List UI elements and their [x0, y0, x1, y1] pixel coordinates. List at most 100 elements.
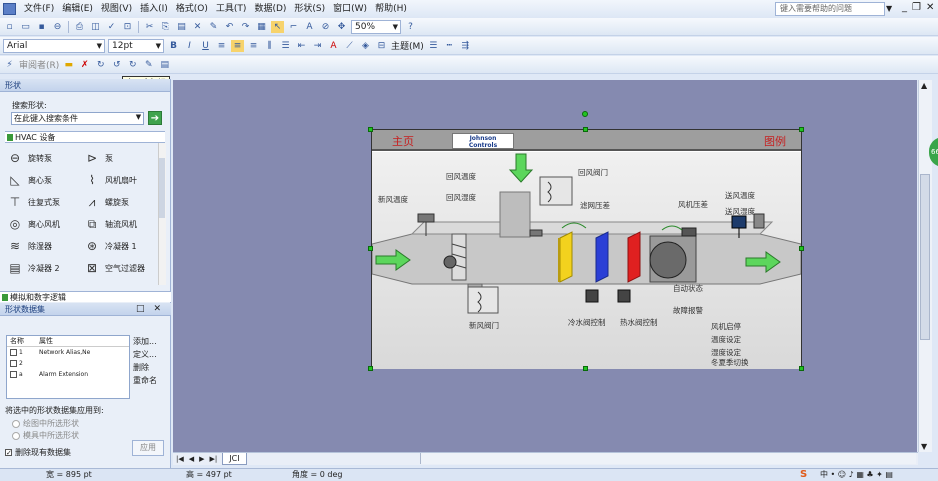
- drawing-tools-icon[interactable]: ⊘: [319, 21, 332, 33]
- shape-condenser-2[interactable]: ▤ 冷凝器 2: [6, 257, 81, 279]
- help-search-input[interactable]: 键入需要帮助的问题: [775, 2, 885, 16]
- open-icon[interactable]: ▭: [19, 21, 32, 33]
- shape-axial-fan[interactable]: ⧉ 轴流风机: [83, 213, 158, 235]
- radio-button[interactable]: [12, 419, 20, 428]
- shape-rotary-pump[interactable]: ⊖ 旋转泵: [6, 147, 81, 169]
- markup-icon[interactable]: ⚡: [3, 59, 16, 71]
- menu-tools[interactable]: 工具(T): [212, 0, 251, 18]
- shape-pump[interactable]: ⊳ 泵: [83, 147, 158, 169]
- reviewing-pane-icon[interactable]: ▤: [158, 59, 171, 71]
- rotation-handle[interactable]: [582, 111, 588, 117]
- last-page-icon[interactable]: ▶|: [210, 455, 218, 463]
- bullets-icon[interactable]: ☰: [279, 40, 292, 52]
- line-color-icon[interactable]: ⟋: [343, 40, 356, 52]
- stencil-title[interactable]: HVAC 设备: [5, 131, 165, 143]
- table-row[interactable]: 2: [7, 358, 129, 369]
- shape-screw-pump[interactable]: ⩘ 螺旋泵: [83, 191, 158, 213]
- shape-centrifugal-fan[interactable]: ◎ 离心风机: [6, 213, 81, 235]
- dock-icon[interactable]: □: [136, 303, 145, 316]
- chevron-down-icon[interactable]: ▼: [133, 113, 144, 124]
- underline-icon[interactable]: U: [199, 40, 212, 52]
- shapes-window-icon[interactable]: ▦: [255, 21, 268, 33]
- permission-icon[interactable]: ⊖: [51, 21, 64, 33]
- selection-handle[interactable]: [368, 127, 373, 132]
- prev-page-icon[interactable]: ◀: [189, 455, 194, 463]
- scroll-down-icon[interactable]: ▼: [921, 442, 927, 451]
- print-icon[interactable]: ⎙: [73, 21, 86, 33]
- menu-insert[interactable]: 插入(I): [136, 0, 172, 18]
- ime-tray-icons[interactable]: 中 • ☺ ♪ ▦ ♣ ✦ ▤: [820, 469, 893, 481]
- previous-markup-icon[interactable]: ↺: [110, 59, 123, 71]
- table-row[interactable]: 1 Network Alias,Ne: [7, 347, 129, 358]
- shape-dehumidifier[interactable]: ≋ 除湿器: [6, 235, 81, 257]
- close-icon[interactable]: ✕: [926, 2, 934, 13]
- menu-file[interactable]: 文件(F): [20, 0, 58, 18]
- horizontal-scrollbar[interactable]: [420, 453, 916, 464]
- stencil-logic-title[interactable]: 模拟和数字逻辑: [0, 291, 171, 302]
- table-row[interactable]: a Alarm Extension: [7, 369, 129, 380]
- search-go-icon[interactable]: ➔: [148, 111, 162, 125]
- menu-help[interactable]: 帮助(H): [371, 0, 411, 18]
- shape-condenser-1[interactable]: ⊛ 冷凝器 1: [83, 235, 158, 257]
- checkbox[interactable]: [10, 371, 17, 378]
- selection-handle[interactable]: [368, 366, 373, 371]
- menu-shape[interactable]: 形状(S): [290, 0, 329, 18]
- bold-icon[interactable]: B: [167, 40, 180, 52]
- shape-centrifugal-pump[interactable]: ◺ 离心泵: [6, 169, 81, 191]
- line-weight-icon[interactable]: ☰: [427, 40, 440, 52]
- research-icon[interactable]: ⊡: [121, 21, 134, 33]
- menu-format[interactable]: 格式(O): [172, 0, 212, 18]
- selection-handle[interactable]: [368, 246, 373, 251]
- theme-icon[interactable]: ⊟: [375, 40, 388, 52]
- redo-icon[interactable]: ↷: [239, 21, 252, 33]
- italic-icon[interactable]: I: [183, 40, 196, 52]
- track-markup-icon[interactable]: ✗: [78, 59, 91, 71]
- font-size-select[interactable]: 12pt ▼: [108, 38, 164, 53]
- next-markup-icon[interactable]: ↻: [126, 59, 139, 71]
- apply-drawing-option[interactable]: 绘图中所选形状: [12, 418, 79, 429]
- delete-existing-option[interactable]: ✓ 删除现有数据集: [5, 447, 71, 458]
- reviewer-button[interactable]: 审阅者(R): [19, 58, 59, 71]
- selection-handle[interactable]: [583, 127, 588, 132]
- app-icon[interactable]: [3, 3, 16, 15]
- copy-icon[interactable]: ⎘: [159, 21, 172, 33]
- shape-reciprocating-pump[interactable]: ⊤ 往复式泵: [6, 191, 81, 213]
- checkbox[interactable]: [10, 360, 17, 367]
- delete-button[interactable]: 删除: [133, 361, 157, 374]
- next-page-icon[interactable]: ▶: [199, 455, 204, 463]
- fill-color-icon[interactable]: ◈: [359, 40, 372, 52]
- home-link[interactable]: 主页: [392, 133, 414, 149]
- menu-view[interactable]: 视图(V): [97, 0, 136, 18]
- delete-icon[interactable]: ✕: [191, 21, 204, 33]
- paste-icon[interactable]: ▤: [175, 21, 188, 33]
- align-center-icon[interactable]: ≡: [231, 39, 244, 52]
- radio-button[interactable]: [12, 431, 20, 440]
- new-comment-icon[interactable]: ▬: [62, 59, 75, 71]
- close-icon[interactable]: ✕: [154, 303, 162, 316]
- define-button[interactable]: 定义...: [133, 348, 157, 361]
- selection-handle[interactable]: [799, 127, 804, 132]
- connector-tool-icon[interactable]: ⌐: [287, 21, 300, 33]
- shape-fan-blade[interactable]: ⌇ 风机扇叶: [83, 169, 158, 191]
- stencil-scroll-thumb[interactable]: [159, 158, 165, 218]
- checkbox[interactable]: [10, 349, 17, 356]
- page-tab-jci[interactable]: JCI: [222, 453, 247, 465]
- line-ends-icon[interactable]: ⇶: [459, 40, 472, 52]
- add-button[interactable]: 添加...: [133, 335, 157, 348]
- selection-handle[interactable]: [799, 246, 804, 251]
- checkbox[interactable]: ✓: [5, 449, 12, 457]
- menu-data[interactable]: 数据(D): [250, 0, 290, 18]
- minimize-icon[interactable]: _: [902, 2, 907, 13]
- pan-zoom-icon[interactable]: ✥: [335, 21, 348, 33]
- legend-link[interactable]: 图例: [764, 133, 786, 149]
- restore-icon[interactable]: ❐: [912, 2, 921, 13]
- text-tool-icon[interactable]: A: [303, 21, 316, 33]
- help-icon[interactable]: ?: [404, 21, 417, 33]
- rename-button[interactable]: 重命名: [133, 374, 157, 387]
- accept-icon[interactable]: ↻: [94, 59, 107, 71]
- apply-stencil-option[interactable]: 模具中所选形状: [12, 430, 79, 441]
- vertical-scroll-thumb[interactable]: [920, 174, 930, 340]
- align-left-icon[interactable]: ≡: [215, 40, 228, 52]
- cut-icon[interactable]: ✂: [143, 21, 156, 33]
- apply-button[interactable]: 应用: [132, 440, 164, 456]
